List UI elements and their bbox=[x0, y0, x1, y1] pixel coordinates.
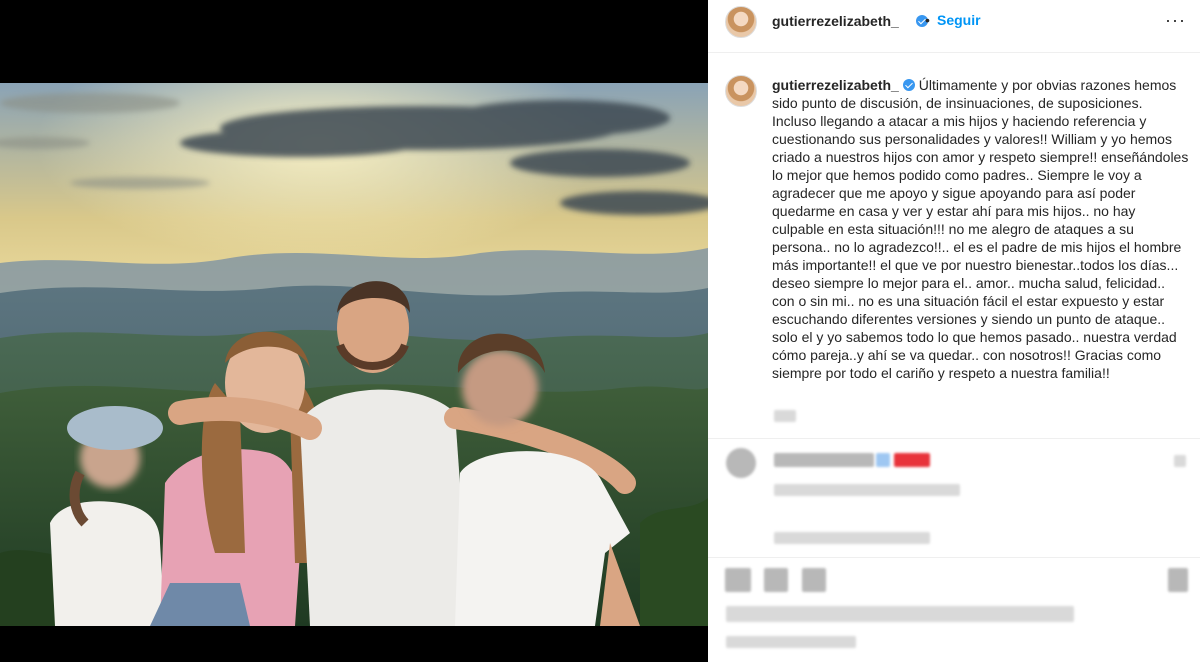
divider bbox=[708, 557, 1200, 558]
obscured-likes bbox=[726, 606, 1074, 622]
post-sidebar: gutierrezelizabeth_ • Seguir ··· gutierr… bbox=[708, 0, 1200, 662]
divider bbox=[708, 438, 1200, 439]
obscured-save-icon[interactable] bbox=[1168, 568, 1188, 592]
caption-body: gutierrezelizabeth_ Últimamente y por ob… bbox=[772, 76, 1190, 382]
family-photo-image bbox=[0, 83, 708, 626]
obscured-comment-user bbox=[774, 453, 874, 467]
avatar[interactable] bbox=[725, 6, 757, 38]
obscured-date bbox=[726, 636, 856, 648]
caption-username[interactable]: gutierrezelizabeth_ bbox=[772, 77, 899, 93]
obscured-comment-emoji bbox=[894, 453, 930, 467]
obscured-comment-icon[interactable] bbox=[764, 568, 788, 592]
post-media[interactable] bbox=[0, 0, 708, 662]
obscured-replies[interactable] bbox=[774, 532, 930, 544]
more-options-icon[interactable]: ··· bbox=[1165, 10, 1186, 31]
obscured-comment-meta bbox=[774, 484, 960, 496]
username[interactable]: gutierrezelizabeth_ bbox=[772, 13, 899, 29]
post-photo[interactable] bbox=[0, 83, 708, 626]
caption-text: Últimamente y por obvias razones hemos s… bbox=[772, 77, 1189, 381]
follow-button[interactable]: Seguir bbox=[937, 12, 981, 28]
obscured-like-icon[interactable] bbox=[725, 568, 751, 592]
separator-dot: • bbox=[925, 12, 930, 28]
obscured-comment-avatar bbox=[726, 448, 756, 478]
obscured-comment-like[interactable] bbox=[1174, 455, 1186, 467]
caption-avatar[interactable] bbox=[725, 75, 757, 107]
obscured-time bbox=[774, 410, 796, 422]
obscured-comment-badge bbox=[876, 453, 890, 467]
obscured-share-icon[interactable] bbox=[802, 568, 826, 592]
verified-badge-icon bbox=[902, 79, 915, 91]
post-header: gutierrezelizabeth_ • Seguir ··· bbox=[708, 0, 1200, 53]
